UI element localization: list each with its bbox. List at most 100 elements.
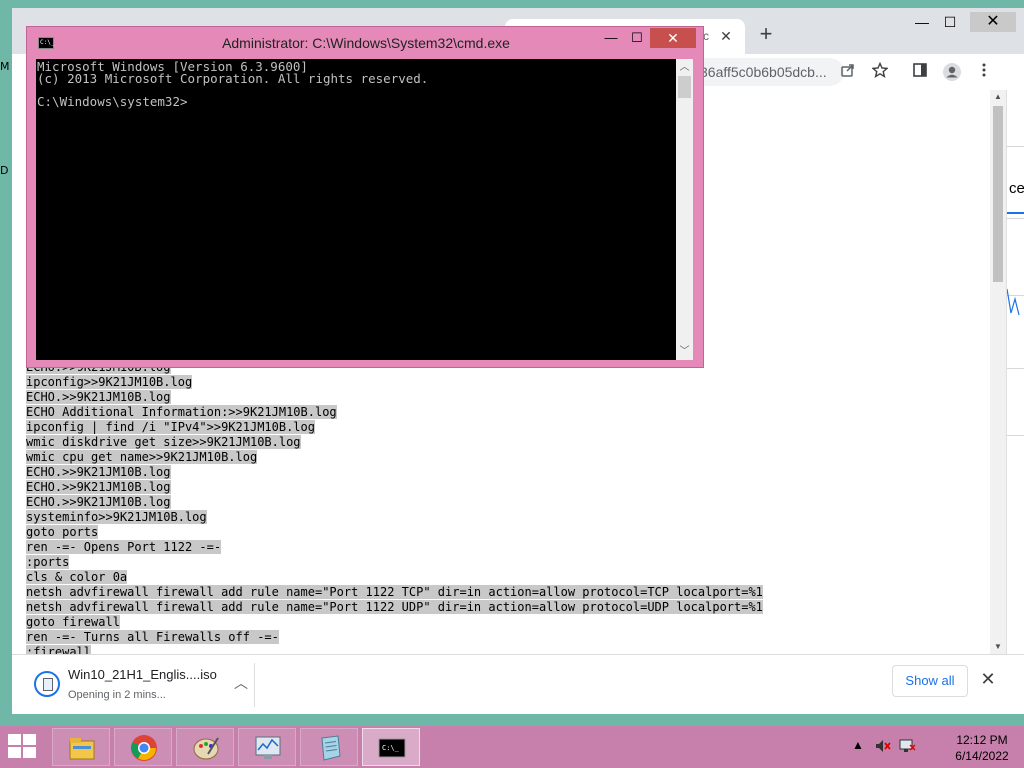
paint-icon	[193, 737, 219, 760]
code-line: ECHO.>>9K21JM10B.log	[26, 495, 763, 510]
side-panel-text: ce	[1009, 180, 1024, 197]
downloads-shelf: Win10_21H1_Englis....iso Opening in 2 mi…	[12, 654, 1024, 714]
chrome-maximize-button[interactable]: ☐	[940, 12, 960, 32]
clock-time: 12:12 PM	[956, 733, 1008, 747]
code-line: systeminfo>>9K21JM10B.log	[26, 510, 763, 525]
code-line-text: goto ports	[26, 525, 99, 539]
sidebar-icon[interactable]	[910, 62, 930, 82]
cmd-maximize-button[interactable]: ☐	[627, 28, 647, 48]
page-scrollbar[interactable]: ▲ ▼	[990, 90, 1006, 654]
desktop-icon-label: D	[0, 164, 9, 177]
code-line-text: wmic diskdrive get size>>9K21JM10B.log	[26, 435, 301, 449]
code-line-text: ipconfig | find /i "IPv4">>9K21JM10B.log	[26, 420, 315, 434]
tab-close-icon[interactable]: ✕	[717, 27, 735, 45]
console-scrollbar[interactable]: ︿ ﹀	[676, 59, 693, 360]
taskbar-app-notepad[interactable]	[300, 728, 358, 766]
code-line-text: ren -=- Turns all Firewalls off -=-	[26, 630, 279, 644]
code-line-text: :ports	[26, 555, 70, 569]
code-line: wmic diskdrive get size>>9K21JM10B.log	[26, 435, 763, 450]
download-status: Opening in 2 mins...	[68, 689, 166, 701]
code-line: ipconfig>>9K21JM10B.log	[26, 375, 763, 390]
cmd-minimize-button[interactable]: —	[601, 28, 621, 48]
show-hidden-icons[interactable]: ▲	[852, 738, 864, 752]
desktop-icon-label: M	[0, 60, 10, 73]
chrome-minimize-button[interactable]: —	[912, 12, 932, 32]
scroll-up-icon[interactable]: ︿	[676, 59, 693, 76]
script-text: ECHO.>>9K21JM10B.logipconfig>>9K21JM10B.…	[26, 360, 763, 654]
taskbar-app-paint[interactable]	[176, 728, 234, 766]
file-icon	[34, 671, 60, 697]
taskbar-app-cmd[interactable]: C:\_	[362, 728, 420, 766]
code-line: wmic cpu get name>>9K21JM10B.log	[26, 450, 763, 465]
code-line: :firewall	[26, 645, 763, 654]
code-line: ren -=- Opens Port 1122 -=-	[26, 540, 763, 555]
code-line-text: systeminfo>>9K21JM10B.log	[26, 510, 207, 524]
scroll-down-icon[interactable]: ﹀	[676, 343, 693, 360]
code-line: ren -=- Turns all Firewalls off -=-	[26, 630, 763, 645]
scrollbar-thumb[interactable]	[993, 106, 1003, 282]
file-explorer-icon	[69, 738, 95, 760]
scroll-up-icon[interactable]: ▲	[990, 90, 1006, 104]
close-shelf-icon[interactable]: ✕	[978, 669, 998, 689]
download-file-name: Win10_21H1_Englis....iso	[68, 667, 217, 682]
code-line: ECHO Additional Information:>>9K21JM10B.…	[26, 405, 763, 420]
code-line-text: ECHO.>>9K21JM10B.log	[26, 390, 171, 404]
code-line-text: ECHO.>>9K21JM10B.log	[26, 465, 171, 479]
chart-line-icon	[1007, 288, 1020, 316]
star-icon[interactable]	[870, 61, 890, 82]
new-tab-button[interactable]: +	[754, 23, 778, 47]
code-line-text: ECHO Additional Information:>>9K21JM10B.…	[26, 405, 337, 419]
cmd-icon: C:\_	[378, 738, 406, 758]
performance-monitor-icon	[255, 736, 281, 759]
system-clock[interactable]: 12:12 PM 6/14/2022	[944, 732, 1020, 764]
code-line-text: netsh advfirewall firewall add rule name…	[26, 600, 763, 614]
taskbar-app-file-explorer[interactable]	[52, 728, 110, 766]
profile-icon[interactable]	[942, 62, 962, 82]
scroll-down-icon[interactable]: ▼	[990, 640, 1006, 654]
cmd-window: C:\_ Administrator: C:\Windows\System32\…	[26, 26, 704, 368]
scrollbar-thumb[interactable]	[678, 76, 691, 98]
code-line-text: wmic cpu get name>>9K21JM10B.log	[26, 450, 258, 464]
taskbar-app-chrome[interactable]	[114, 728, 172, 766]
chevron-up-icon[interactable]: ︿	[234, 673, 248, 693]
code-line-text: cls & color 0a	[26, 570, 128, 584]
code-line: goto ports	[26, 525, 763, 540]
console-line: (c) 2013 Microsoft Corporation. All righ…	[37, 71, 429, 86]
download-item[interactable]: Win10_21H1_Englis....iso Opening in 2 mi…	[26, 663, 254, 707]
console-output[interactable]: Microsoft Windows [Version 6.3.9600] (c) …	[36, 59, 676, 360]
svg-text:C:\_: C:\_	[382, 744, 400, 752]
divider	[254, 663, 255, 707]
cmd-titlebar[interactable]: C:\_ Administrator: C:\Windows\System32\…	[27, 27, 703, 59]
notepad-icon	[321, 735, 341, 761]
network-icon[interactable]	[898, 738, 916, 757]
share-icon[interactable]	[838, 62, 858, 82]
code-line-text: netsh advfirewall firewall add rule name…	[26, 585, 763, 599]
code-line: ECHO.>>9K21JM10B.log	[26, 465, 763, 480]
code-line: cls & color 0a	[26, 570, 763, 585]
code-line: netsh advfirewall firewall add rule name…	[26, 600, 763, 615]
chrome-close-button[interactable]: ✕	[970, 12, 1016, 32]
code-line: ECHO.>>9K21JM10B.log	[26, 480, 763, 495]
code-line: netsh advfirewall firewall add rule name…	[26, 585, 763, 600]
side-panel: ce	[1006, 90, 1024, 654]
start-button[interactable]	[8, 734, 38, 760]
code-line-text: ren -=- Opens Port 1122 -=-	[26, 540, 222, 554]
volume-muted-icon[interactable]	[874, 738, 892, 757]
chrome-icon	[131, 735, 157, 761]
cmd-close-button[interactable]: ✕	[650, 28, 696, 48]
code-line: goto firewall	[26, 615, 763, 630]
code-line-text: ipconfig>>9K21JM10B.log	[26, 375, 193, 389]
code-line-text: goto firewall	[26, 615, 120, 629]
menu-icon[interactable]	[974, 62, 994, 82]
code-line-text: ECHO.>>9K21JM10B.log	[26, 480, 171, 494]
taskbar-app-performance-monitor[interactable]	[238, 728, 296, 766]
url-text: 36aff5c0b6b05dcb...	[700, 64, 827, 80]
console-line: C:\Windows\system32>	[37, 94, 188, 109]
code-line: ECHO.>>9K21JM10B.log	[26, 390, 763, 405]
code-line: :ports	[26, 555, 763, 570]
code-line: ipconfig | find /i "IPv4">>9K21JM10B.log	[26, 420, 763, 435]
taskbar: C:\_ ▲ 12:12 PM 6/14/2022	[0, 726, 1024, 768]
code-line-text: ECHO.>>9K21JM10B.log	[26, 495, 171, 509]
show-all-button[interactable]: Show all	[892, 665, 968, 697]
code-line-text: :firewall	[26, 645, 92, 654]
